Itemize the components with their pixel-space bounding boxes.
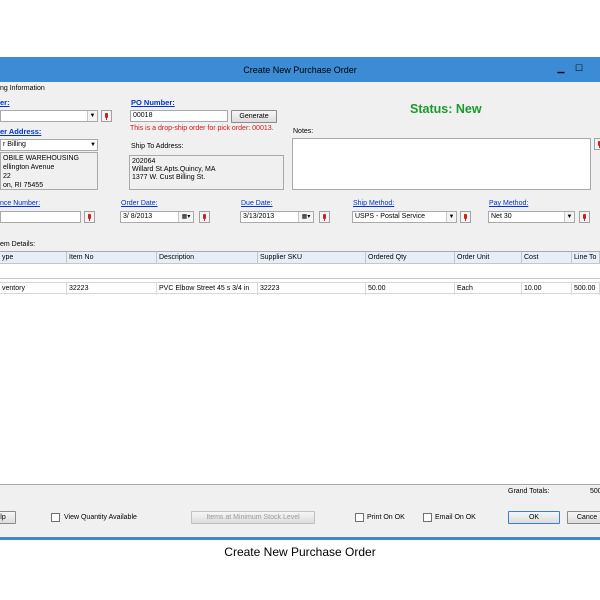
generate-button[interactable]: Generate xyxy=(231,110,277,123)
cell-order-unit[interactable]: Each xyxy=(455,283,522,295)
table-row[interactable]: ventory 32223 PVC Elbow Street 45 s 3/4 … xyxy=(0,282,600,295)
dropship-note: This is a drop-ship order for pick order… xyxy=(130,125,274,132)
maximize-icon[interactable]: ☐ xyxy=(572,62,586,74)
column-header[interactable]: Description xyxy=(157,252,258,264)
pay-method-label[interactable]: Pay Method: xyxy=(489,200,528,207)
title-bar: Create New Purchase Order ▁ ☐ xyxy=(0,58,600,82)
status-label: Status: New xyxy=(410,102,482,116)
column-header[interactable]: Ordered Qty xyxy=(366,252,455,264)
column-header[interactable]: Order Unit xyxy=(455,252,522,264)
grand-totals-label: Grand Totals: xyxy=(508,488,550,495)
cell-supplier-sku[interactable]: 32223 xyxy=(258,283,366,295)
ok-button[interactable]: OK xyxy=(508,511,560,524)
supplier-address-label[interactable]: er Address: xyxy=(0,127,41,136)
min-stock-button[interactable]: Items at Minimum Stock Level xyxy=(191,511,315,524)
cell-description[interactable]: PVC Elbow Street 45 s 3/4 in xyxy=(157,283,258,295)
calendar-icon[interactable]: ▦▾ xyxy=(178,212,193,222)
address-line: OBILE WAREHOUSING xyxy=(3,155,79,162)
due-date-value: 3/13/2013 xyxy=(243,213,275,220)
cell-line-total[interactable]: 500.00 xyxy=(572,283,600,295)
ship-to-line: 1377 W. Cust Billing St. xyxy=(132,174,206,181)
calendar-icon[interactable]: ▦▾ xyxy=(298,212,313,222)
po-number-label[interactable]: PO Number: xyxy=(131,98,175,107)
pin-icon[interactable] xyxy=(319,211,330,223)
view-quantity-checkbox[interactable] xyxy=(51,513,60,522)
po-number-field[interactable]: 00018 xyxy=(130,110,228,122)
column-header[interactable]: Line To xyxy=(572,252,600,264)
grand-totals-value: 500 xyxy=(590,488,600,495)
purchase-order-window: Create New Purchase Order ▁ ☐ ng Informa… xyxy=(0,57,600,540)
chevron-down-icon[interactable]: ▼ xyxy=(564,212,574,222)
ship-method-value: USPS - Postal Service xyxy=(355,213,426,220)
minimize-icon[interactable]: ▁ xyxy=(554,62,568,74)
notes-label: Notes: xyxy=(293,128,314,135)
pin-icon[interactable] xyxy=(579,211,590,223)
column-header[interactable]: Item No xyxy=(67,252,157,264)
ship-method-select[interactable]: USPS - Postal Service ▼ xyxy=(352,211,457,223)
column-header[interactable]: Cost xyxy=(522,252,572,264)
chevron-down-icon[interactable]: ▼ xyxy=(87,111,97,121)
item-details-label: em Details: xyxy=(0,241,36,248)
cell-item-no[interactable]: 32223 xyxy=(67,283,157,295)
reference-number-label[interactable]: nce Number: xyxy=(0,200,40,207)
ship-to-box: 202064 Willard St.Apts.Quincy, MA 1377 W… xyxy=(129,155,284,190)
chevron-down-icon[interactable]: ▼ xyxy=(446,212,456,222)
supplier-label[interactable]: er: xyxy=(0,98,10,107)
column-header[interactable]: Supplier SKU xyxy=(258,252,366,264)
order-date-picker[interactable]: 3/ 8/2013 ▦▾ xyxy=(120,211,194,223)
due-date-picker[interactable]: 3/13/2013 ▦▾ xyxy=(240,211,314,223)
cancel-button[interactable]: Cance xyxy=(567,511,600,524)
pay-method-value: Net 30 xyxy=(491,213,512,220)
order-date-value: 3/ 8/2013 xyxy=(123,213,153,220)
address-line: on, RI 75455 xyxy=(3,182,44,189)
ship-to-label: Ship To Address: xyxy=(131,143,184,150)
email-on-ok-checkbox[interactable] xyxy=(423,513,432,522)
notes-textarea[interactable] xyxy=(292,138,591,190)
address-line: ellington Avenue xyxy=(3,164,55,171)
due-date-label[interactable]: Due Date: xyxy=(241,200,273,207)
pin-icon[interactable] xyxy=(101,110,112,122)
view-quantity-label: View Quantity Available xyxy=(64,514,137,521)
ship-to-line: Willard St.Apts.Quincy, MA xyxy=(132,166,216,173)
header-group-label: ng Information xyxy=(0,85,45,92)
pin-icon[interactable] xyxy=(84,211,95,223)
item-grid[interactable]: ype Item No Description Supplier SKU Ord… xyxy=(0,251,600,485)
help-button[interactable]: lp xyxy=(0,511,16,524)
reference-number-field[interactable] xyxy=(0,211,81,223)
figure-caption: Create New Purchase Order xyxy=(224,545,376,559)
chevron-down-icon[interactable]: ▼ xyxy=(89,140,97,150)
cell-cost[interactable]: 10.00 xyxy=(522,283,572,295)
pin-icon[interactable] xyxy=(594,138,600,150)
supplier-select[interactable]: ▼ xyxy=(0,110,98,122)
cell-type[interactable]: ventory xyxy=(0,283,67,295)
column-header[interactable]: ype xyxy=(0,252,67,264)
pay-method-select[interactable]: Net 30 ▼ xyxy=(488,211,575,223)
email-on-ok-label: Email On OK xyxy=(435,514,476,521)
new-row[interactable] xyxy=(0,264,600,279)
pin-icon[interactable] xyxy=(199,211,210,223)
supplier-address-select[interactable]: r Billing xyxy=(0,139,98,151)
window-title: Create New Purchase Order xyxy=(243,65,357,75)
pin-icon[interactable] xyxy=(460,211,471,223)
address-line: 22 xyxy=(3,173,11,180)
ship-to-line: 202064 xyxy=(132,158,156,165)
print-on-ok-label: Print On OK xyxy=(367,514,405,521)
cell-ordered-qty[interactable]: 50.00 xyxy=(366,283,455,295)
print-on-ok-checkbox[interactable] xyxy=(355,513,364,522)
supplier-address-box: OBILE WAREHOUSING ellington Avenue 22 on… xyxy=(0,152,98,190)
order-date-label[interactable]: Order Date: xyxy=(121,200,158,207)
ship-method-label[interactable]: Ship Method: xyxy=(353,200,394,207)
